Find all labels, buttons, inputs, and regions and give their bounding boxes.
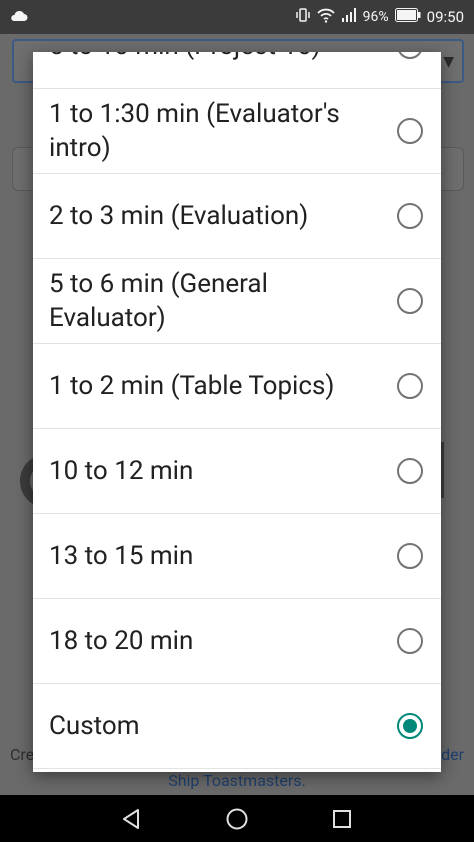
radio-button[interactable] <box>397 118 423 144</box>
options-list: 5 to 10 min (Project 10) 1 to 1:30 min (… <box>33 52 441 769</box>
option-item[interactable]: 10 to 12 min <box>33 429 441 514</box>
option-item[interactable]: 2 to 3 min (Evaluation) <box>33 174 441 259</box>
option-label: 18 to 20 min <box>49 626 194 656</box>
radio-button[interactable] <box>397 373 423 399</box>
radio-button[interactable] <box>397 543 423 569</box>
signal-icon <box>341 8 357 26</box>
vibrate-icon <box>295 7 311 27</box>
status-bar: 96% 09:50 <box>0 0 474 34</box>
option-label: Custom <box>49 711 140 741</box>
chevron-down-icon: ▼ <box>443 54 454 70</box>
clock: 09:50 <box>426 8 464 26</box>
option-label: 2 to 3 min (Evaluation) <box>49 201 309 231</box>
home-icon[interactable] <box>223 805 251 833</box>
navigation-bar <box>0 795 474 842</box>
option-item[interactable]: 1 to 2 min (Table Topics) <box>33 344 441 429</box>
option-item[interactable]: 5 to 6 min (General Evaluator) <box>33 259 441 344</box>
footer-text-right: der <box>441 745 464 764</box>
wifi-icon <box>316 7 335 27</box>
battery-icon <box>394 8 421 26</box>
options-dialog: 5 to 10 min (Project 10) 1 to 1:30 min (… <box>33 52 441 772</box>
footer-link[interactable]: Ship Toastmasters. <box>0 771 474 790</box>
radio-button[interactable] <box>397 458 423 484</box>
option-label: 1 to 1:30 min (Evaluator's intro) <box>49 99 340 163</box>
radio-button[interactable] <box>397 52 423 59</box>
battery-percent: 96% <box>362 9 389 25</box>
radio-button[interactable] <box>397 288 423 314</box>
option-item[interactable]: 18 to 20 min <box>33 599 441 684</box>
back-icon[interactable] <box>118 805 146 833</box>
option-item[interactable]: 1 to 1:30 min (Evaluator's intro) <box>33 89 441 174</box>
option-item[interactable]: 13 to 15 min <box>33 514 441 599</box>
radio-button[interactable] <box>397 203 423 229</box>
option-item[interactable]: 5 to 10 min (Project 10) <box>33 52 441 89</box>
option-label: 13 to 15 min <box>49 541 194 571</box>
option-label: 5 to 6 min (General Evaluator) <box>49 269 268 333</box>
recents-icon[interactable] <box>328 805 356 833</box>
option-item-custom[interactable]: Custom <box>33 684 441 769</box>
option-label: 10 to 12 min <box>49 456 194 486</box>
option-label: 5 to 10 min (Project 10) <box>49 52 371 63</box>
radio-button-selected[interactable] <box>397 713 423 739</box>
option-label: 1 to 2 min (Table Topics) <box>49 371 335 401</box>
footer-text-left: Cre <box>10 745 35 764</box>
radio-button[interactable] <box>397 628 423 654</box>
cloud-icon <box>10 9 28 27</box>
